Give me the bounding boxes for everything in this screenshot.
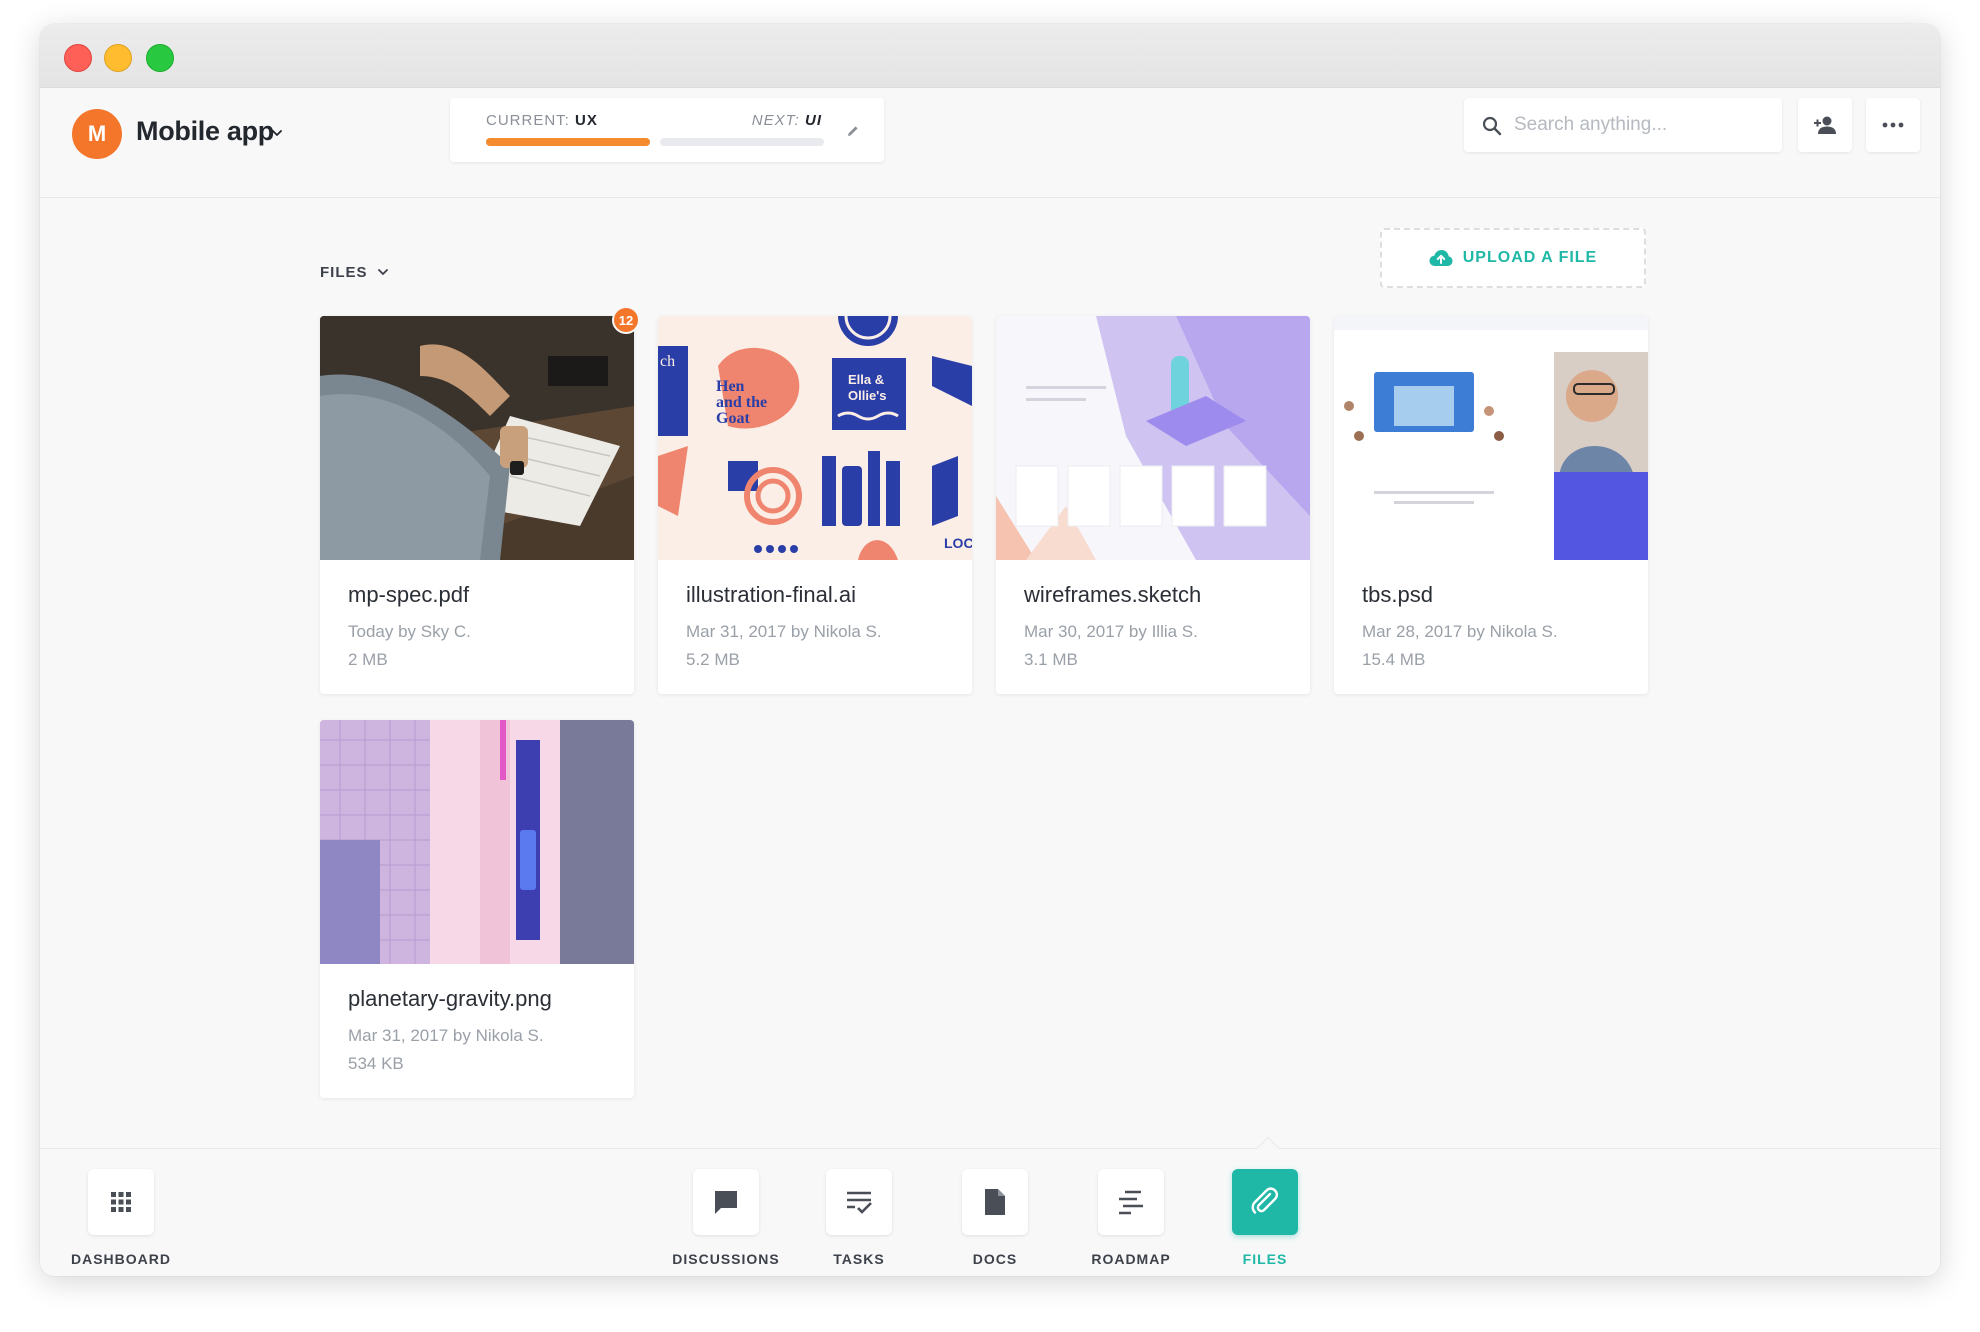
- nav-roadmap[interactable]: ROADMAP: [1071, 1169, 1191, 1267]
- file-thumbnail: [996, 316, 1310, 560]
- more-options-button[interactable]: [1866, 98, 1920, 152]
- file-size: 3.1 MB: [1024, 650, 1078, 669]
- search-icon: [1482, 116, 1502, 136]
- nav-label: DOCS: [972, 1251, 1018, 1267]
- nav-label: DASHBOARD: [71, 1251, 171, 1267]
- active-nav-indicator: [1256, 1136, 1280, 1160]
- file-name[interactable]: wireframes.sketch: [1024, 582, 1201, 608]
- current-phase-label: CURRENT:: [486, 112, 570, 129]
- nav-dashboard[interactable]: DASHBOARD: [61, 1169, 181, 1267]
- invite-user-button[interactable]: [1798, 98, 1852, 152]
- nav-docs[interactable]: DOCS: [935, 1169, 1055, 1267]
- file-thumbnail: ch ters Hen and the Goat Ella & Ollie's: [658, 316, 972, 560]
- project-avatar[interactable]: M: [72, 109, 122, 159]
- roadmap-icon: [1119, 1190, 1143, 1215]
- nav-discussions[interactable]: DISCUSSIONS: [666, 1169, 786, 1267]
- files-button[interactable]: [1232, 1169, 1298, 1235]
- maximize-window-button[interactable]: [146, 44, 174, 72]
- illustration-text: ch: [660, 353, 675, 370]
- chat-bubble-icon: [715, 1191, 737, 1214]
- docs-button[interactable]: [962, 1169, 1028, 1235]
- search-box[interactable]: [1464, 98, 1782, 152]
- app-window: M Mobile app CURRENT: UX NEXT: UI Search…: [40, 24, 1940, 1276]
- grid-icon: [111, 1192, 131, 1212]
- nav-label: FILES: [1242, 1251, 1288, 1267]
- tasks-button[interactable]: [826, 1169, 892, 1235]
- file-size: 534 KB: [348, 1054, 404, 1073]
- project-header: M Mobile app CURRENT: UX NEXT: UI: [40, 88, 1940, 198]
- dashboard-button[interactable]: [88, 1169, 154, 1235]
- search-input[interactable]: [1514, 98, 1770, 152]
- file-size: 15.4 MB: [1362, 650, 1426, 669]
- comment-count-badge: 12: [612, 306, 640, 334]
- paperclip-icon: [1251, 1187, 1279, 1214]
- illustration-text: ters: [660, 420, 680, 435]
- upload-file-button[interactable]: UPLOAD A FILE: [1380, 228, 1646, 288]
- file-name[interactable]: mp-spec.pdf: [348, 582, 469, 608]
- nav-label: DISCUSSIONS: [672, 1251, 780, 1267]
- illustration-text: and the: [716, 394, 767, 411]
- current-phase-progress-fill: [486, 138, 650, 146]
- current-phase-value: UX: [575, 112, 598, 129]
- next-phase: NEXT: UI: [752, 112, 822, 129]
- file-card[interactable]: wireframes.sketch Mar 30, 2017 by Illia …: [996, 316, 1310, 694]
- pencil-icon[interactable]: [846, 124, 860, 138]
- document-icon: [985, 1189, 1005, 1215]
- project-name[interactable]: Mobile app: [136, 116, 274, 147]
- next-phase-value: UI: [805, 112, 822, 129]
- files-heading[interactable]: FILES: [320, 264, 368, 281]
- chevron-down-icon[interactable]: [272, 128, 282, 138]
- phase-progress-card[interactable]: CURRENT: UX NEXT: UI: [450, 98, 884, 162]
- chevron-down-icon[interactable]: [377, 267, 389, 277]
- file-name[interactable]: illustration-final.ai: [686, 582, 856, 608]
- file-name[interactable]: tbs.psd: [1362, 582, 1433, 608]
- file-meta: Mar 28, 2017 by Nikola S.: [1362, 622, 1558, 641]
- minimize-window-button[interactable]: [104, 44, 132, 72]
- illustration-text: Goat: [716, 410, 750, 427]
- nav-label: TASKS: [833, 1251, 885, 1267]
- file-size: 5.2 MB: [686, 650, 740, 669]
- illustration-text: Ollie's: [848, 388, 887, 403]
- file-card[interactable]: ch ters Hen and the Goat Ella & Ollie's: [658, 316, 972, 694]
- file-meta: Mar 30, 2017 by Illia S.: [1024, 622, 1198, 641]
- close-window-button[interactable]: [64, 44, 92, 72]
- file-meta: Today by Sky C.: [348, 622, 471, 641]
- title-bar: [40, 24, 1940, 88]
- more-horizontal-icon: [1882, 122, 1904, 128]
- checklist-icon: [847, 1191, 872, 1214]
- next-phase-progress: [660, 138, 824, 146]
- upload-file-label: UPLOAD A FILE: [1462, 249, 1598, 266]
- file-card[interactable]: planetary-gravity.png Mar 31, 2017 by Ni…: [320, 720, 634, 1098]
- file-meta: Mar 31, 2017 by Nikola S.: [686, 622, 882, 641]
- illustration-text: LOC: [944, 535, 972, 551]
- current-phase: CURRENT: UX: [486, 112, 598, 129]
- nav-tasks[interactable]: TASKS: [799, 1169, 919, 1267]
- file-size: 2 MB: [348, 650, 388, 669]
- file-card[interactable]: tbs.psd Mar 28, 2017 by Nikola S. 15.4 M…: [1334, 316, 1648, 694]
- nav-files[interactable]: FILES: [1205, 1169, 1325, 1267]
- file-card[interactable]: 12 mp-spec.pdf Today by Sky C. 2 MB: [320, 306, 640, 694]
- next-phase-label: NEXT:: [751, 112, 800, 129]
- add-user-icon: [1814, 116, 1836, 134]
- file-thumbnail: [320, 720, 634, 964]
- bottom-navigation: DASHBOARD DISCUSSIONS TASKS DOCS ROADMAP…: [40, 1136, 1940, 1276]
- file-thumbnail: [320, 316, 634, 560]
- file-thumbnail: [1334, 316, 1648, 560]
- illustration-text: Hen: [716, 378, 745, 395]
- roadmap-button[interactable]: [1098, 1169, 1164, 1235]
- file-name[interactable]: planetary-gravity.png: [348, 986, 552, 1012]
- nav-label: ROADMAP: [1091, 1251, 1171, 1267]
- cloud-upload-icon: [1429, 250, 1453, 266]
- current-phase-progress: [486, 138, 650, 146]
- illustration-text: Ella &: [848, 372, 884, 387]
- discussions-button[interactable]: [693, 1169, 759, 1235]
- file-meta: Mar 31, 2017 by Nikola S.: [348, 1026, 544, 1045]
